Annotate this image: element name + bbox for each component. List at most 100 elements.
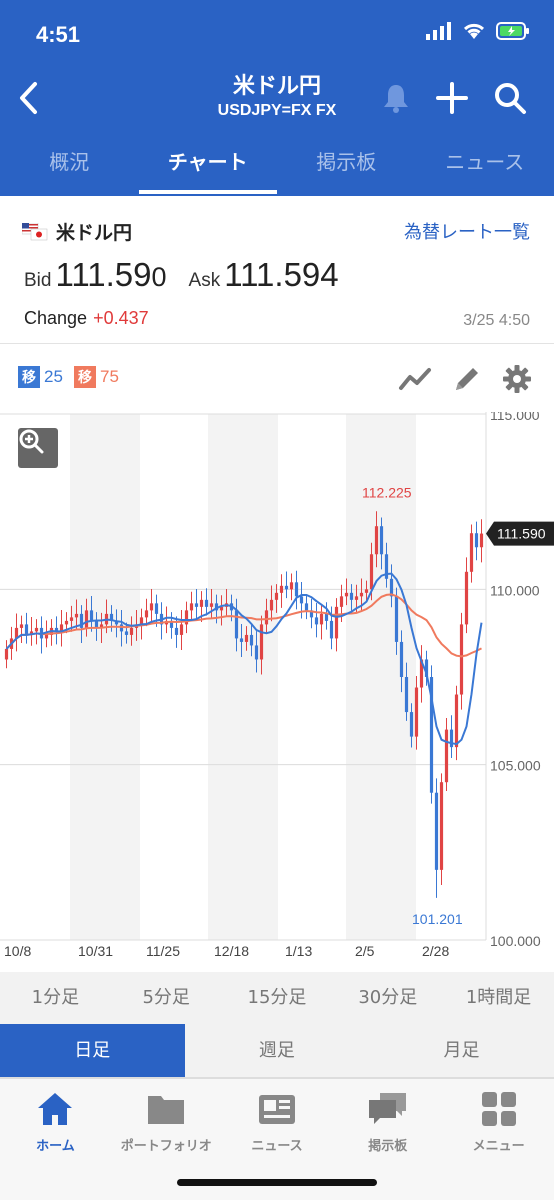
candle-body <box>479 533 484 548</box>
nav-menu[interactable]: メニュー <box>443 1079 554 1154</box>
y-tick-label: 105.000 <box>490 758 541 774</box>
tab-board[interactable]: 掲示板 <box>277 136 416 196</box>
candle-body <box>74 613 79 618</box>
candle-body <box>264 610 269 625</box>
tab-overview[interactable]: 概況 <box>0 136 139 196</box>
price-row: Bid 111.590 Ask 111.594 <box>24 256 361 294</box>
nav-menu-label: メニュー <box>472 1139 525 1154</box>
period-1hour[interactable]: 1時間足 <box>443 972 554 1024</box>
price-chart[interactable]: 115.000 110.000 105.000 100.000 10/8 10/31 11/… <box>0 412 554 972</box>
current-price-label: 111.590 <box>497 526 546 542</box>
ask-value: 111.594 <box>224 256 339 293</box>
candle-body <box>174 627 179 635</box>
candle-body <box>239 638 244 642</box>
ask-label: Ask <box>188 270 221 291</box>
period-15min[interactable]: 15分足 <box>222 972 333 1024</box>
candle-body <box>254 645 259 660</box>
candle-body <box>154 603 159 614</box>
candle-body <box>334 606 339 639</box>
y-tick-label: 110.000 <box>490 582 540 598</box>
candle-body <box>354 596 359 600</box>
candle-body <box>464 571 469 625</box>
candle-body <box>344 592 349 597</box>
bid-last-digit: 0 <box>151 262 167 292</box>
period-1min[interactable]: 1分足 <box>0 972 111 1024</box>
chat-icon <box>332 1089 443 1129</box>
title-block: 米ドル円 USDJPY=FX FX <box>150 74 404 122</box>
bid-value: 111.590 <box>55 256 166 294</box>
period-30min[interactable]: 30分足 <box>332 972 443 1024</box>
candle-body <box>144 610 149 618</box>
status-time: 4:51 <box>36 22 81 47</box>
x-tick-label: 10/31 <box>78 943 113 959</box>
nav-home-label: ホーム <box>36 1139 75 1154</box>
chart-band-1 <box>208 414 278 940</box>
candle-body <box>84 610 89 628</box>
signal-icon <box>426 22 452 44</box>
ma-75-box: 移 <box>74 366 96 388</box>
zoom-button[interactable] <box>18 428 58 468</box>
candle-body <box>269 599 274 611</box>
candlestick-chart[interactable]: 115.000 110.000 105.000 100.000 10/8 10/31 11/… <box>0 412 554 972</box>
alert-bell-button[interactable] <box>376 78 416 118</box>
candle-body <box>204 599 209 607</box>
x-tick-label: 2/5 <box>355 943 375 959</box>
indicator-button[interactable] <box>398 362 432 396</box>
period-monthly[interactable]: 月足 <box>369 1024 554 1077</box>
candle-body <box>414 687 419 737</box>
chart-settings-button[interactable] <box>500 362 534 396</box>
candle-body <box>294 582 299 597</box>
candle-body <box>359 592 364 597</box>
candle-body <box>469 533 474 572</box>
nav-board[interactable]: 掲示板 <box>332 1079 443 1154</box>
x-tick-label: 2/28 <box>422 943 449 959</box>
y-tick-label: 100.000 <box>490 933 541 949</box>
bell-icon <box>384 85 408 113</box>
fx-rates-list-link[interactable]: 為替レート一覧 <box>404 218 530 244</box>
zoom-in-icon <box>19 429 44 454</box>
nav-home[interactable]: ホーム <box>0 1079 111 1154</box>
plus-icon <box>436 82 468 114</box>
add-button[interactable] <box>432 78 472 118</box>
bid-label: Bid <box>24 270 52 291</box>
ma-25-badge[interactable]: 移 25 <box>18 366 63 388</box>
candle-body <box>284 585 289 590</box>
bid-main: 111.59 <box>55 256 152 293</box>
period-weekly[interactable]: 週足 <box>184 1024 370 1077</box>
candle-body <box>304 603 309 611</box>
tab-chart[interactable]: チャート <box>138 136 278 196</box>
nav-portfolio[interactable]: ポートフォリオ <box>111 1079 222 1154</box>
candle-body <box>194 603 199 607</box>
candle-body <box>209 603 214 607</box>
line-chart-icon <box>399 368 431 390</box>
period-daily[interactable]: 日足 <box>0 1024 185 1077</box>
quote-timestamp: 3/25 4:50 <box>463 312 530 329</box>
search-button[interactable] <box>490 78 530 118</box>
draw-button[interactable] <box>450 362 484 396</box>
candle-body <box>439 782 444 870</box>
back-button[interactable] <box>8 74 48 122</box>
home-indicator <box>177 1179 377 1186</box>
change-value: +0.437 <box>93 308 149 328</box>
period-5min[interactable]: 5分足 <box>111 972 222 1024</box>
candle-body <box>24 624 29 635</box>
candle-body <box>259 624 264 660</box>
news-icon <box>222 1089 333 1129</box>
change-row: Change +0.437 <box>24 308 149 329</box>
page-title: 米ドル円 <box>232 74 321 99</box>
us-jp-flag-icon <box>21 222 48 241</box>
candle-body <box>289 582 294 590</box>
candle-body <box>189 603 194 611</box>
ma-75-period: 75 <box>100 367 119 386</box>
ma-75-badge[interactable]: 移 75 <box>74 366 119 388</box>
nav-news[interactable]: ニュース <box>222 1079 333 1154</box>
tab-news[interactable]: ニュース <box>416 136 554 196</box>
pair-name: 米ドル円 <box>56 222 133 244</box>
candle-body <box>409 712 414 737</box>
home-icon <box>0 1089 111 1129</box>
chart-toolbar: 移 25 移 75 <box>0 344 554 412</box>
candle-body <box>124 631 129 635</box>
status-icons <box>426 22 530 44</box>
candle-body <box>399 641 404 677</box>
candle-body <box>324 613 329 621</box>
